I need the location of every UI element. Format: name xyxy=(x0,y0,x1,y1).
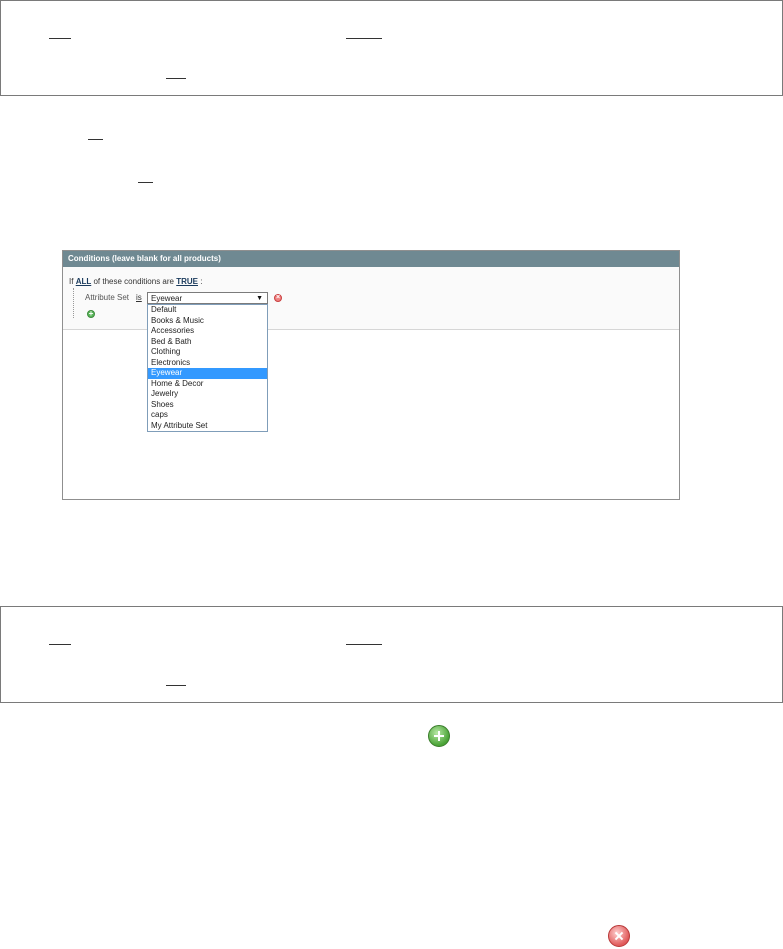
placeholder-line xyxy=(346,644,382,645)
top-placeholder-box xyxy=(0,0,783,96)
add-icon xyxy=(428,725,450,747)
rule-middle: of these conditions are xyxy=(93,277,174,286)
panel-header: Conditions (leave blank for all products… xyxy=(63,251,679,267)
remove-icon xyxy=(608,925,630,947)
remove-condition-icon[interactable]: × xyxy=(274,294,282,302)
dropdown-option[interactable]: Books & Music xyxy=(148,316,267,327)
condition-tree-line xyxy=(73,288,74,318)
conditions-panel: Conditions (leave blank for all products… xyxy=(62,250,680,500)
placeholder-line xyxy=(88,139,103,140)
attribute-set-select[interactable]: Eyewear ▼ xyxy=(147,292,268,304)
operator-link[interactable]: is xyxy=(136,293,142,303)
dropdown-option[interactable]: Jewelry xyxy=(148,389,267,400)
dropdown-option[interactable]: Bed & Bath xyxy=(148,337,267,348)
dropdown-option[interactable]: Accessories xyxy=(148,326,267,337)
rule-suffix: : xyxy=(200,277,203,286)
dropdown-option[interactable]: Default xyxy=(148,305,267,316)
value-link[interactable]: TRUE xyxy=(176,277,198,286)
dropdown-option-selected[interactable]: Eyewear xyxy=(148,368,267,379)
placeholder-line xyxy=(49,38,71,39)
dropdown-option[interactable]: caps xyxy=(148,410,267,421)
placeholder-line xyxy=(166,685,186,686)
select-value: Eyewear xyxy=(151,294,183,303)
dropdown-option[interactable]: Electronics xyxy=(148,358,267,369)
attribute-label: Attribute Set xyxy=(85,293,130,302)
dropdown-option[interactable]: Home & Decor xyxy=(148,379,267,390)
placeholder-line xyxy=(346,38,382,39)
placeholder-line xyxy=(49,644,71,645)
chevron-down-icon: ▼ xyxy=(256,295,263,302)
dropdown-option[interactable]: Shoes xyxy=(148,400,267,411)
placeholder-line xyxy=(166,78,186,79)
dropdown-option[interactable]: My Attribute Set xyxy=(148,421,267,432)
dropdown-option[interactable]: Clothing xyxy=(148,347,267,358)
rule-prefix: If xyxy=(69,277,74,286)
placeholder-line xyxy=(138,182,153,183)
bottom-placeholder-box xyxy=(0,606,783,703)
add-condition-icon[interactable]: + xyxy=(87,310,95,318)
rule-sentence: If ALL of these conditions are TRUE : xyxy=(69,277,202,287)
aggregator-link[interactable]: ALL xyxy=(76,277,92,286)
attribute-set-dropdown: Default Books & Music Accessories Bed & … xyxy=(147,304,268,432)
